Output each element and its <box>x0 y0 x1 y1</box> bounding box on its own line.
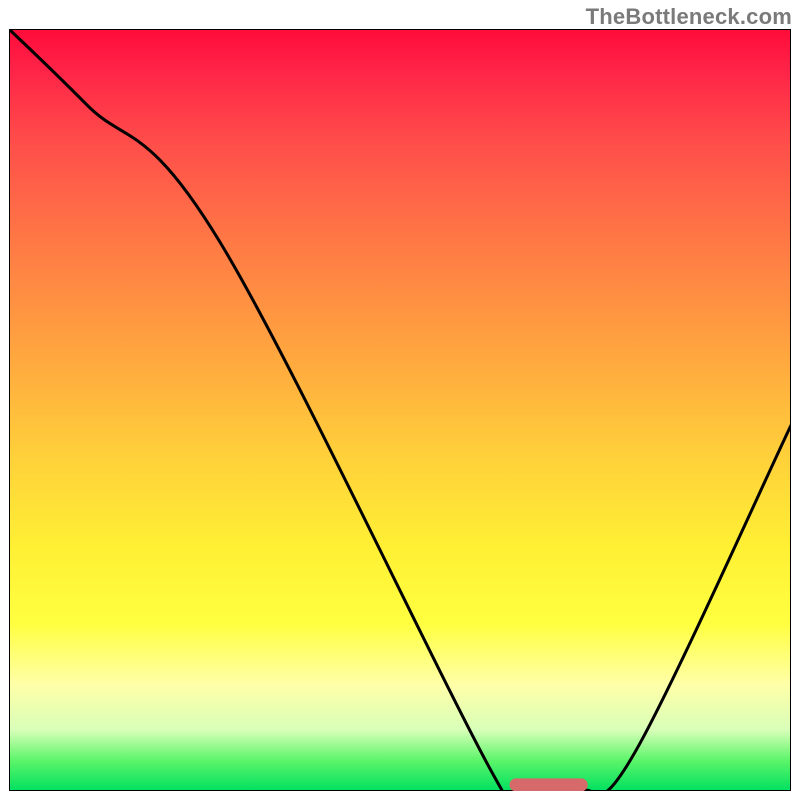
chart-plot-area <box>9 29 791 791</box>
chart-frame <box>9 29 791 791</box>
chart-container: TheBottleneck.com <box>0 0 800 800</box>
chart-line <box>9 29 791 791</box>
chart-highlight-marker <box>9 29 791 791</box>
watermark-text: TheBottleneck.com <box>586 4 792 30</box>
